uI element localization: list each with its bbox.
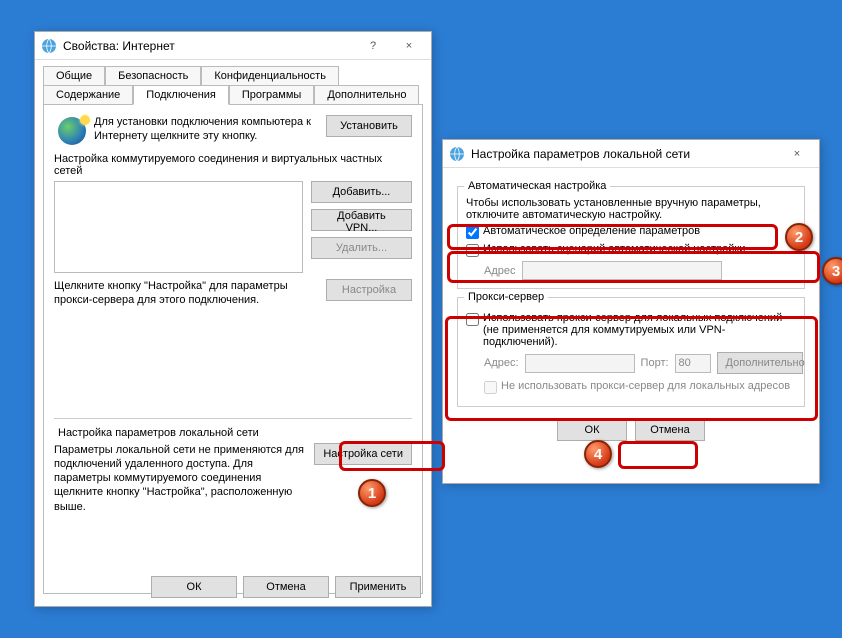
dial-proxy-note: Щелкните кнопку "Настройка" для параметр…: [54, 279, 318, 308]
tab-general[interactable]: Общие: [43, 66, 105, 85]
proxy-port-input: [675, 354, 711, 373]
lan-note: Параметры локальной сети не применяются …: [54, 443, 306, 514]
internet-properties-dialog: Свойства: Интернет ? × Общие Безопасност…: [34, 31, 432, 607]
add-vpn-button[interactable]: Добавить VPN...: [311, 209, 412, 231]
lan-ok-button[interactable]: ОК: [557, 419, 627, 441]
lan-cancel-button[interactable]: Отмена: [635, 419, 705, 441]
bypass-local-row: Не использовать прокси-сервер для локаль…: [484, 380, 796, 394]
setup-desc: Для установки подключения компьютера к И…: [94, 115, 326, 144]
tab-content[interactable]: Содержание: [43, 85, 133, 104]
lan-dialog-title: Настройка параметров локальной сети: [471, 147, 779, 161]
tab-programs[interactable]: Программы: [229, 85, 314, 104]
use-proxy-row[interactable]: Использовать прокси-сервер для локальных…: [466, 312, 796, 348]
dial-settings-button: Настройка: [326, 279, 412, 301]
auto-detect-label: Автоматическое определение параметров: [483, 225, 700, 237]
auto-note: Чтобы использовать установленные вручную…: [466, 197, 796, 221]
badge-2: 2: [785, 223, 813, 251]
cancel-button[interactable]: Отмена: [243, 576, 329, 598]
auto-legend: Автоматическая настройка: [464, 180, 610, 192]
connections-panel: Для установки подключения компьютера к И…: [43, 104, 423, 594]
setup-button[interactable]: Установить: [326, 115, 412, 137]
auto-detect-row[interactable]: Автоматическое определение параметров: [466, 225, 796, 239]
lan-settings-dialog: Настройка параметров локальной сети × Ав…: [442, 139, 820, 484]
remove-button: Удалить...: [311, 237, 412, 259]
tab-security[interactable]: Безопасность: [105, 66, 201, 85]
bypass-local-checkbox: [484, 381, 497, 394]
proxy-port-label: Порт:: [641, 357, 669, 369]
auto-detect-checkbox[interactable]: [466, 226, 479, 239]
lan-icon: [449, 146, 465, 162]
auto-config-group: Автоматическая настройка Чтобы использов…: [457, 186, 805, 289]
lan-close-button[interactable]: ×: [779, 143, 815, 165]
main-footer: ОК Отмена Применить: [151, 576, 421, 598]
dialog-title: Свойства: Интернет: [63, 39, 355, 53]
titlebar: Свойства: Интернет ? ×: [35, 32, 431, 60]
connections-listbox[interactable]: [54, 181, 303, 273]
bypass-local-label: Не использовать прокси-сервер для локаль…: [501, 380, 790, 392]
badge-4: 4: [584, 440, 612, 468]
tabs-row-1: Общие Безопасность Конфиденциальность: [43, 66, 423, 85]
proxy-address-input: [525, 354, 635, 373]
auto-script-label: Использовать сценарий автоматической нас…: [483, 243, 745, 255]
use-proxy-checkbox[interactable]: [466, 313, 479, 326]
add-button[interactable]: Добавить...: [311, 181, 412, 203]
close-button[interactable]: ×: [391, 35, 427, 57]
auto-script-row[interactable]: Использовать сценарий автоматической нас…: [466, 243, 796, 257]
proxy-address-label: Адрес:: [484, 357, 519, 369]
internet-options-icon: [41, 38, 57, 54]
proxy-advanced-button: Дополнительно: [717, 352, 803, 374]
proxy-group: Прокси-сервер Использовать прокси-сервер…: [457, 297, 805, 407]
lan-group-legend: Настройка параметров локальной сети: [54, 427, 263, 439]
proxy-legend: Прокси-сервер: [464, 291, 548, 303]
ok-button[interactable]: ОК: [151, 576, 237, 598]
tab-connections[interactable]: Подключения: [133, 85, 229, 105]
badge-3: 3: [822, 257, 842, 285]
lan-titlebar: Настройка параметров локальной сети ×: [443, 140, 819, 168]
lan-footer: ОК Отмена: [453, 419, 809, 441]
tab-privacy[interactable]: Конфиденциальность: [201, 66, 339, 85]
globe-icon: [58, 117, 86, 145]
tab-advanced[interactable]: Дополнительно: [314, 85, 419, 104]
use-proxy-label: Использовать прокси-сервер для локальных…: [483, 312, 796, 348]
script-address-label: Адрес: [484, 265, 516, 277]
apply-button[interactable]: Применить: [335, 576, 421, 598]
badge-1: 1: [358, 479, 386, 507]
script-address-input: [522, 261, 722, 280]
auto-script-checkbox[interactable]: [466, 244, 479, 257]
dial-legend: Настройка коммутируемого соединения и ви…: [54, 153, 412, 177]
lan-settings-button[interactable]: Настройка сети: [314, 443, 412, 465]
help-button[interactable]: ?: [355, 35, 391, 57]
tabs-row-2: Содержание Подключения Программы Дополни…: [43, 85, 423, 104]
